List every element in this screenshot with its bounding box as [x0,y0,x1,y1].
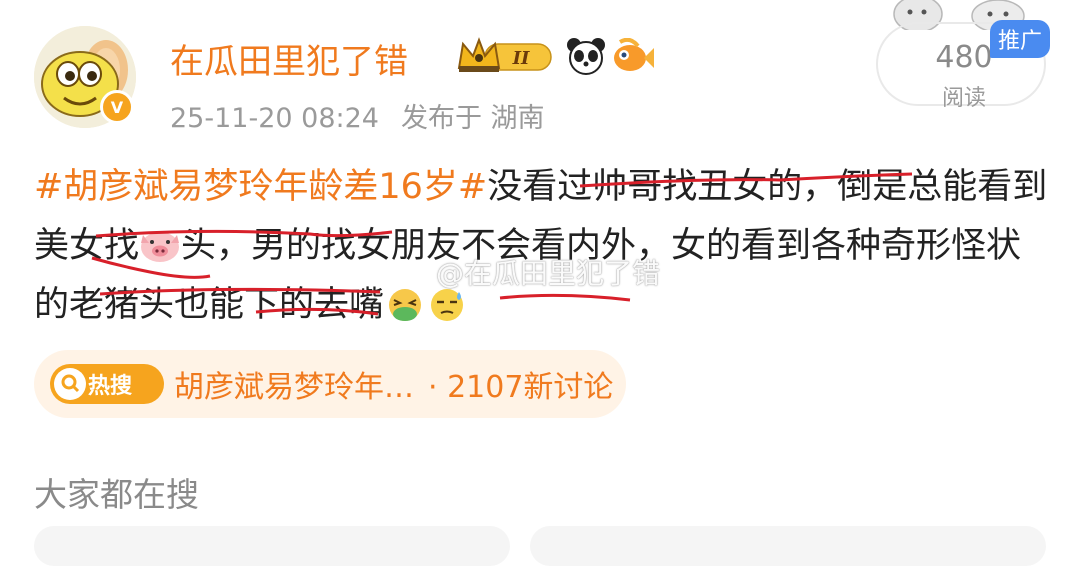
read-label: 阅读 [941,86,986,111]
suggestion-chip[interactable] [530,526,1046,566]
promo-badge[interactable]: 推广 [990,20,1050,58]
pig-face-icon [141,232,180,262]
hashtag-link[interactable]: #胡彦斌易梦玲年龄差16岁# [34,167,487,207]
username[interactable]: 在瓜田里犯了错 [170,34,408,83]
vip-crown-icon: II [457,37,552,72]
post-timestamp: 25-11-20 08:24 [170,103,379,134]
watermark: @在瓜田里犯了错 [436,257,661,290]
hot-search-label: 热搜 [88,374,133,399]
suggestion-chip[interactable] [34,526,510,566]
hot-search-badge: 热搜 [50,364,164,404]
hot-search-bar[interactable]: 热搜 胡彦斌易梦玲年… · 2107新讨论 [34,350,626,418]
level-badge-text: II [512,48,530,69]
section-title: 大家都在搜 [34,475,199,514]
hot-search-topic[interactable]: 胡彦斌易梦玲年… [174,362,414,406]
post-text: #胡彦斌易梦玲年龄差16岁#没看过帅哥找丑女的，倒是总能看到美女找 头，男的找女朋… [34,158,1054,335]
panda-icon [567,38,605,75]
post-location: 发布于 湖南 [400,103,545,134]
search-icon [54,368,86,400]
hot-search-count: · 2107新讨论 [428,370,614,405]
fish-icon [614,38,654,71]
verified-badge: V [100,90,134,124]
downcast-sweat-face-icon [431,289,464,321]
nauseated-face-icon [389,289,422,321]
post-meta: 25-11-20 08:24 发布于 湖南 [170,96,545,135]
